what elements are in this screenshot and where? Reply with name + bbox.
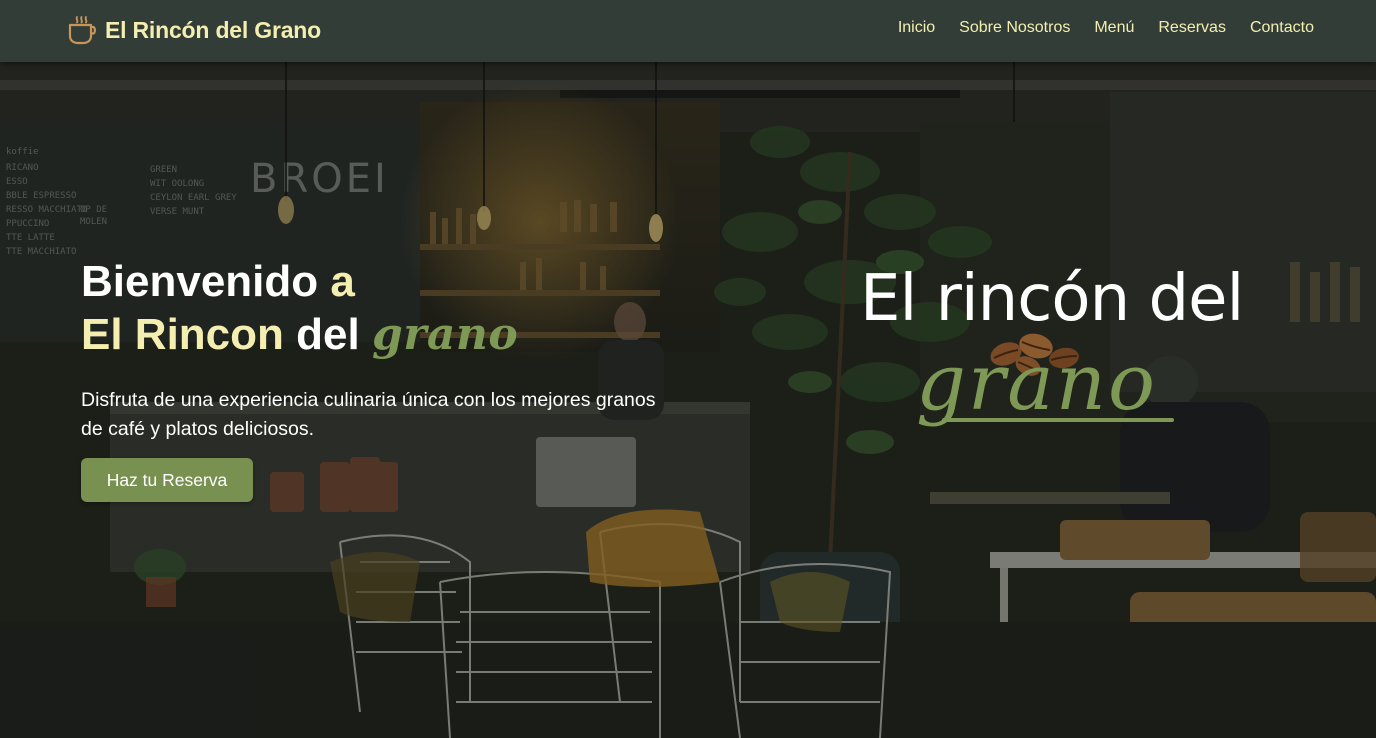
title-word-a: a — [330, 257, 355, 306]
cafe-logo: El rincón del grano — [850, 262, 1244, 472]
hero-subtitle: Disfruta de una experiencia culinaria ún… — [81, 389, 656, 440]
logo-text-line2: grano — [916, 338, 1157, 428]
brand[interactable]: El Rincón del Grano — [66, 14, 321, 46]
nav-link-sobre-nosotros[interactable]: Sobre Nosotros — [959, 19, 1070, 37]
reserve-button[interactable]: Haz tu Reserva — [81, 458, 253, 502]
title-word-el-rincon: El Rincon — [81, 310, 284, 359]
title-word-bienvenido: Bienvenido — [81, 257, 319, 306]
main-nav: Inicio Sobre Nosotros Menú Reservas Cont… — [898, 19, 1314, 37]
nav-link-inicio[interactable]: Inicio — [898, 19, 935, 37]
nav-link-menu[interactable]: Menú — [1094, 19, 1134, 37]
nav-link-contacto[interactable]: Contacto — [1250, 19, 1314, 37]
nav-link-reservas[interactable]: Reservas — [1158, 19, 1226, 37]
title-word-grano: grano — [371, 309, 519, 360]
navbar: El Rincón del Grano Inicio Sobre Nosotro… — [0, 0, 1376, 62]
logo-underline — [942, 418, 1174, 422]
coffee-cup-icon — [68, 16, 96, 45]
hero-title: Bienvenido a El Rincon del grano — [81, 255, 518, 361]
brand-name[interactable]: El Rincón del Grano — [105, 17, 321, 44]
hero-section: koffie RICANO ESSO BBLE ESPRESSO RESSO MACC… — [0, 62, 1376, 738]
title-word-del: del — [296, 310, 360, 359]
